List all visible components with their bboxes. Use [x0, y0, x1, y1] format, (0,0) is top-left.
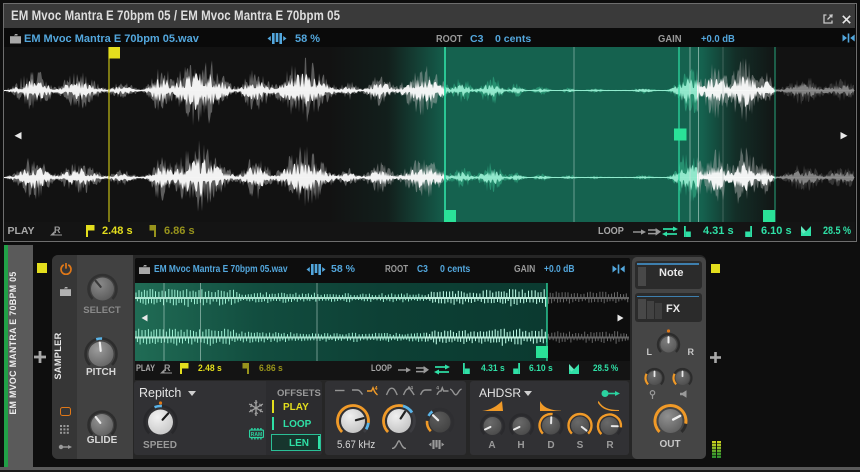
svg-text:R: R	[54, 225, 61, 235]
svg-text:RAM: RAM	[250, 432, 261, 438]
svg-text:R: R	[164, 363, 171, 373]
